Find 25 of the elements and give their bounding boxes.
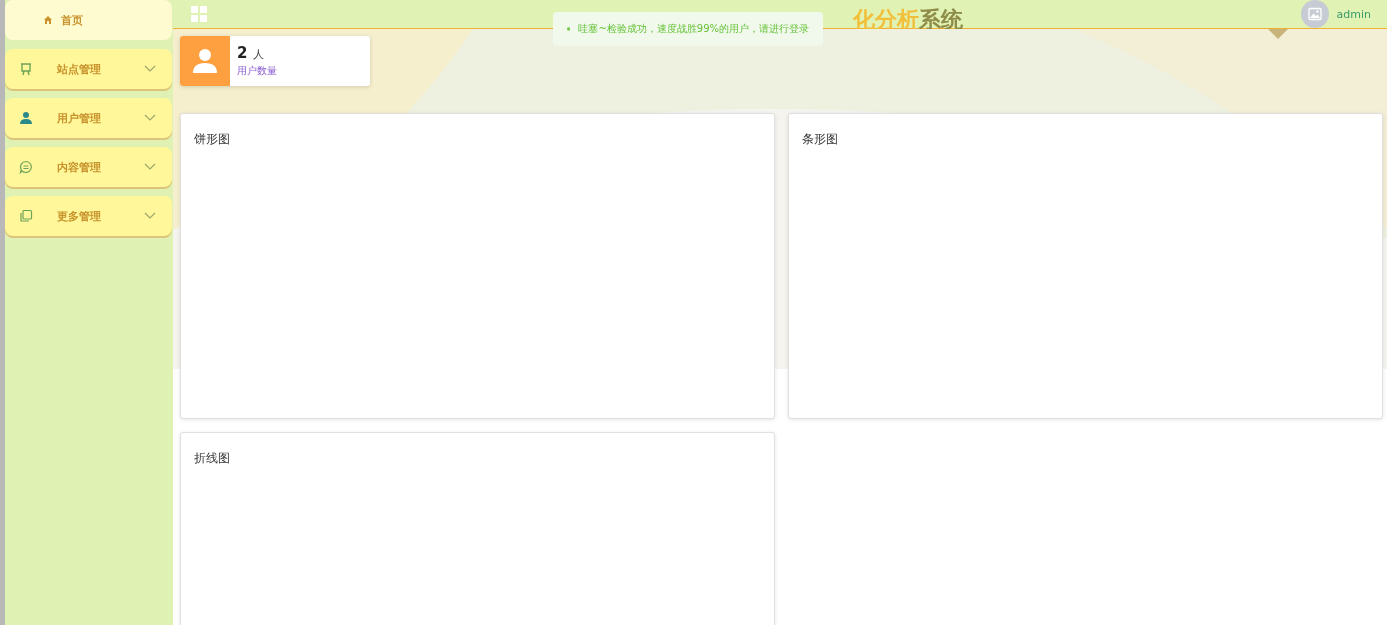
- easel-icon: [19, 62, 33, 76]
- chart-title: 折线图: [194, 451, 230, 465]
- count-label: 用户数量: [237, 64, 277, 78]
- chevron-down-icon: [144, 163, 156, 171]
- grid-menu-icon[interactable]: [191, 6, 207, 22]
- sidebar-item[interactable]: 内容管理: [5, 147, 172, 187]
- toast-message: 哇塞~检验成功，速度战胜99%的用户，请进行登录: [578, 22, 809, 36]
- chevron-down-icon: [144, 114, 156, 122]
- avatar-image-icon[interactable]: [1300, 0, 1329, 28]
- chevron-down-icon: [144, 212, 156, 220]
- person-icon: [192, 48, 218, 74]
- chat-icon: [19, 160, 33, 174]
- chevron-down-icon: [144, 65, 156, 73]
- home-icon: [43, 15, 53, 25]
- chart-title: 条形图: [802, 132, 838, 146]
- sidebar-item[interactable]: 首页: [5, 0, 172, 40]
- chart-title: 饼形图: [194, 132, 230, 146]
- sidebar-item[interactable]: 用户管理: [5, 98, 172, 138]
- sidebar-item[interactable]: 站点管理: [5, 49, 172, 89]
- count-unit: 人: [253, 47, 265, 62]
- copy-icon: [19, 209, 33, 223]
- username[interactable]: admin: [1336, 7, 1371, 21]
- sidebar-item[interactable]: 更多管理: [5, 196, 172, 236]
- user-icon: [19, 111, 33, 125]
- count-value: 2: [237, 44, 248, 62]
